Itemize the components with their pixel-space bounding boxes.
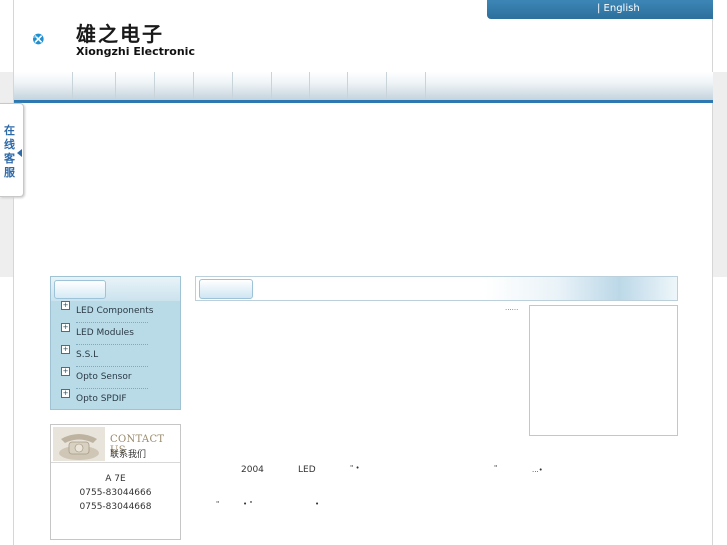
intro-quote-mark: " [494, 464, 498, 472]
more-link[interactable]: ...... [505, 304, 518, 312]
nav-item-4[interactable] [155, 72, 194, 99]
category-title-tab [54, 280, 106, 299]
divider [51, 462, 180, 463]
intro-bullet: • [315, 500, 320, 508]
language-bar: | English [487, 0, 713, 19]
category-item[interactable]: + Opto Sensor [51, 367, 182, 389]
plus-icon[interactable]: + [61, 323, 70, 332]
telephone-icon [53, 427, 105, 461]
nav-item-5[interactable] [194, 72, 233, 99]
product-category-box: + LED Components + LED Modules + S.S.L +… [50, 276, 181, 410]
main-section-header [195, 276, 678, 301]
plus-icon[interactable]: + [61, 345, 70, 354]
category-item-label[interactable]: Opto SPDIF [76, 394, 127, 404]
category-item[interactable]: + Opto SPDIF [51, 389, 182, 411]
contact-box: CONTACT US 联系我们 A 7E 0755-83044666 0755-… [50, 424, 181, 540]
plus-icon[interactable]: + [61, 301, 70, 310]
intro-year: 2004 [241, 465, 264, 475]
category-item-label[interactable]: LED Modules [76, 328, 134, 338]
company-image-frame [529, 305, 678, 436]
online-service-label: 在线客服 [4, 124, 15, 179]
nav-item-3[interactable] [116, 72, 155, 99]
intro-quote-mark: " • [350, 464, 360, 472]
category-item[interactable]: + LED Components [51, 301, 182, 323]
english-link[interactable]: | English [597, 3, 640, 14]
category-item-label[interactable]: S.S.L [76, 350, 98, 360]
category-item[interactable]: + S.S.L [51, 345, 182, 367]
category-item-label[interactable]: LED Components [76, 306, 153, 316]
intro-quote-mark: • " [243, 500, 253, 508]
contact-title-cn: 联系我们 [110, 450, 147, 460]
nav-item-9[interactable] [348, 72, 387, 99]
logo-english-name[interactable]: Xiongzhi Electronic [76, 45, 195, 58]
right-side-background [713, 72, 727, 277]
main-section-tab [199, 279, 253, 299]
nav-item-10[interactable] [387, 72, 426, 99]
contact-address: A 7E [105, 474, 126, 484]
category-item-label[interactable]: Opto Sensor [76, 372, 132, 382]
category-item[interactable]: + LED Modules [51, 323, 182, 345]
plus-icon[interactable]: + [61, 389, 70, 398]
contact-phone-1: 0755-83044666 [79, 488, 152, 498]
company-logo[interactable] [33, 19, 75, 59]
main-nav [14, 72, 713, 103]
category-header [51, 277, 180, 301]
contact-phone-2: 0755-83044668 [79, 502, 152, 512]
nav-item-8[interactable] [310, 72, 348, 99]
nav-item-1[interactable] [14, 72, 73, 99]
logo-chinese-name[interactable]: 雄之电子 [76, 18, 164, 47]
intro-ellipsis: ...• [532, 466, 543, 474]
nav-item-7[interactable] [272, 72, 310, 99]
intro-quote-mark: " [216, 500, 220, 508]
arrow-left-icon [17, 149, 22, 157]
plus-icon[interactable]: + [61, 367, 70, 376]
nav-item-2[interactable] [73, 72, 116, 99]
online-service-tab[interactable]: 在线客服 [0, 103, 24, 197]
nav-item-6[interactable] [233, 72, 272, 99]
intro-led: LED [298, 465, 316, 475]
